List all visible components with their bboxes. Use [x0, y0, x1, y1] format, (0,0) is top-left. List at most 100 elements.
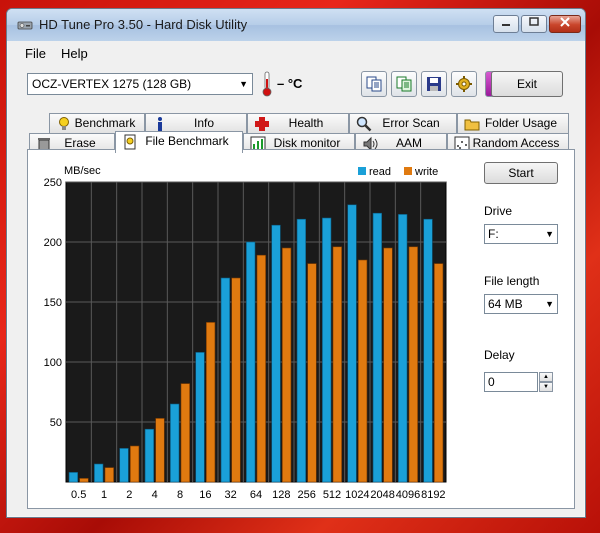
y-tick-label: 100 [44, 357, 62, 369]
tab-health[interactable]: Health [247, 113, 349, 133]
y-tick-label: 150 [44, 297, 62, 309]
x-tick-label: 512 [323, 489, 341, 500]
x-tick-label: 0.5 [71, 489, 86, 500]
tab-label: Health [288, 116, 324, 130]
maximize-button[interactable] [521, 15, 547, 33]
drive-select-value: OCZ-VERTEX 1275 (128 GB) [32, 77, 192, 91]
drive-select[interactable]: OCZ-VERTEX 1275 (128 GB) ▼ [27, 73, 253, 95]
bar-write [180, 383, 190, 483]
y-tick-label: 250 [44, 177, 62, 189]
bar-read [347, 204, 357, 483]
copy-text-icon [366, 76, 382, 92]
tab-label: File Benchmark [145, 134, 229, 148]
bar-write [79, 478, 89, 483]
close-button[interactable] [549, 15, 581, 33]
x-tick-label: 64 [250, 489, 262, 500]
hard-disk-app-icon [17, 21, 33, 30]
bar-write [155, 418, 165, 483]
bar-read [119, 448, 129, 483]
delay-input[interactable]: 0 [484, 372, 538, 392]
bar-write [130, 445, 140, 483]
options-icon [456, 76, 472, 92]
copy-info-button[interactable] [391, 71, 417, 97]
chevron-down-icon: ▼ [545, 299, 554, 309]
tab-folder-usage[interactable]: Folder Usage [457, 113, 569, 133]
file-length-value: 64 MB [488, 297, 523, 311]
save-button[interactable] [421, 71, 447, 97]
bar-read [322, 217, 332, 483]
tab-error-scan[interactable]: Error Scan [349, 113, 457, 133]
title-bar[interactable]: HD Tune Pro 3.50 - Hard Disk Utility [7, 9, 585, 41]
x-tick-label: 8 [177, 489, 183, 500]
file-length-label: File length [484, 274, 540, 288]
temperature-readout: – °C [277, 76, 303, 91]
bar-write [231, 277, 241, 483]
minimize-button[interactable] [493, 15, 519, 33]
tab-label: Folder Usage [484, 116, 558, 130]
legend-label-write: write [414, 166, 438, 178]
bar-write [408, 246, 418, 483]
x-tick-label: 1024 [345, 489, 369, 500]
options-button[interactable] [451, 71, 477, 97]
x-tick-label: 2048 [370, 489, 394, 500]
x-tick-label: 1 [101, 489, 107, 500]
y-tick-label: 50 [50, 417, 62, 429]
bar-read [398, 214, 408, 483]
tab-file-benchmark[interactable]: File Benchmark [115, 131, 243, 153]
x-tick-label: 128 [272, 489, 290, 500]
legend-label-read: read [369, 166, 391, 178]
bar-write [358, 259, 368, 483]
y-axis-label: MB/sec [64, 165, 101, 177]
file-benchmark-panel: 50 100 150 200 250 MB/sec 0.5 1 2 4 8 16 32 64 128 256 5… [27, 149, 575, 509]
bar-read [144, 428, 154, 483]
menu-file[interactable]: File [25, 46, 46, 61]
bar-read [296, 218, 306, 483]
menu-help[interactable]: Help [61, 46, 88, 61]
x-tick-label: 4096 [396, 489, 420, 500]
bar-write [282, 247, 292, 483]
start-button[interactable]: Start [484, 162, 558, 184]
tab-benchmark[interactable]: Benchmark [49, 113, 145, 133]
drive-label: Drive [484, 204, 513, 218]
delay-label: Delay [484, 348, 515, 362]
x-tick-label: 4 [152, 489, 158, 500]
bar-write [332, 246, 342, 483]
delay-increment-button[interactable]: ▲ [539, 372, 553, 382]
file-length-select[interactable]: 64 MB ▼ [484, 294, 558, 314]
bar-read [246, 241, 256, 483]
bar-read [170, 403, 180, 483]
chevron-up-icon: ▲ [543, 374, 549, 380]
close-icon [560, 17, 570, 27]
window-title: HD Tune Pro 3.50 - Hard Disk Utility [39, 17, 248, 32]
bar-write [434, 263, 444, 483]
drive-letter-select[interactable]: F: ▼ [484, 224, 558, 244]
bar-read [372, 212, 382, 483]
legend-swatch-write [404, 167, 412, 175]
x-tick-label: 2 [126, 489, 132, 500]
chevron-down-icon: ▼ [543, 384, 549, 390]
legend-swatch-read [358, 167, 366, 175]
benchmark-chart: 50 100 150 200 250MB/sec 0.5 1 2 4 8 16 32 64 128 256 5… [44, 165, 447, 500]
bar-read [68, 472, 78, 483]
bar-read [423, 218, 433, 483]
x-tick-label: 256 [297, 489, 315, 500]
maximize-icon [529, 17, 539, 26]
thermometer-icon [262, 71, 272, 97]
bar-read [220, 277, 230, 483]
bar-read [195, 352, 205, 483]
copy-info-icon [396, 76, 412, 92]
y-tick-label: 200 [44, 237, 62, 249]
copy-text-button[interactable] [361, 71, 387, 97]
save-icon [427, 77, 441, 91]
bar-write [104, 467, 114, 483]
exit-button[interactable]: Exit [491, 71, 563, 97]
tab-info[interactable]: Info [145, 113, 247, 133]
bar-write [206, 322, 216, 483]
tab-label: Error Scan [382, 116, 440, 130]
x-tick-label: 16 [199, 489, 211, 500]
bar-write [256, 254, 266, 483]
bar-write [307, 263, 317, 483]
delay-decrement-button[interactable]: ▼ [539, 382, 553, 392]
chevron-down-icon: ▼ [545, 229, 554, 239]
bar-read [94, 463, 104, 483]
